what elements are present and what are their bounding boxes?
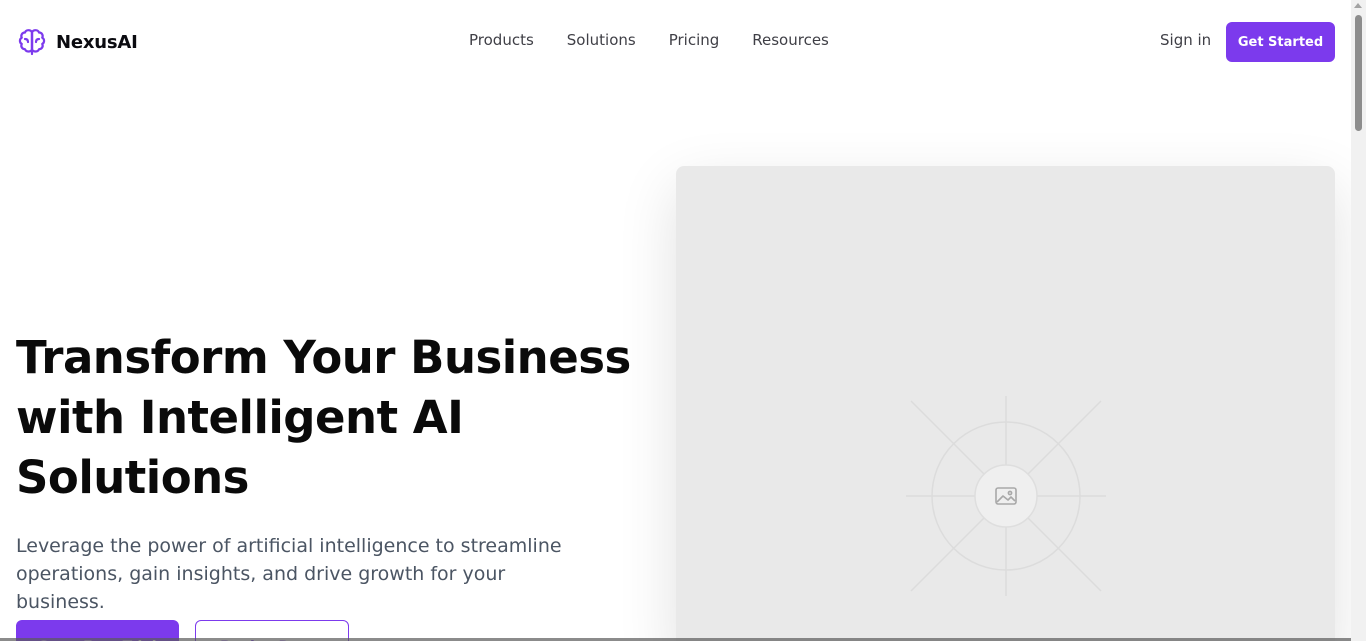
sign-in-link[interactable]: Sign in <box>1160 31 1211 49</box>
brain-icon <box>18 29 46 56</box>
site-header: NexusAI Products Solutions Pricing Resou… <box>0 0 1351 82</box>
scrollbar-thumb[interactable] <box>1355 15 1362 131</box>
hero-title: Transform Your Business with Intelligent… <box>16 328 636 508</box>
hero-title-line: Solutions <box>16 451 249 504</box>
hero-subtitle: Leverage the power of artificial intelli… <box>16 532 596 616</box>
nav-item-products[interactable]: Products <box>469 31 534 49</box>
hero-title-line: Transform Your Business <box>16 331 631 384</box>
image-placeholder-icon <box>906 396 1106 596</box>
hero-image-placeholder <box>676 166 1335 641</box>
brand-name: NexusAI <box>56 31 138 53</box>
get-started-button[interactable]: Get Started <box>1226 22 1335 62</box>
nav-item-pricing[interactable]: Pricing <box>669 31 720 49</box>
nav-item-resources[interactable]: Resources <box>752 31 829 49</box>
brand-logo[interactable]: NexusAI <box>16 26 138 58</box>
page-scrollbar[interactable] <box>1351 0 1366 641</box>
scroll-up-arrow-icon[interactable] <box>1354 3 1362 8</box>
hero-subtitle-line: Leverage the power of artificial intelli… <box>16 535 562 557</box>
hero-subtitle-line: operations, gain insights, and drive gro… <box>16 563 506 613</box>
landing-page: NexusAI Products Solutions Pricing Resou… <box>0 0 1366 641</box>
main-nav: Products Solutions Pricing Resources <box>469 31 829 49</box>
nav-item-solutions[interactable]: Solutions <box>567 31 636 49</box>
hero-title-line: with Intelligent AI <box>16 391 464 444</box>
